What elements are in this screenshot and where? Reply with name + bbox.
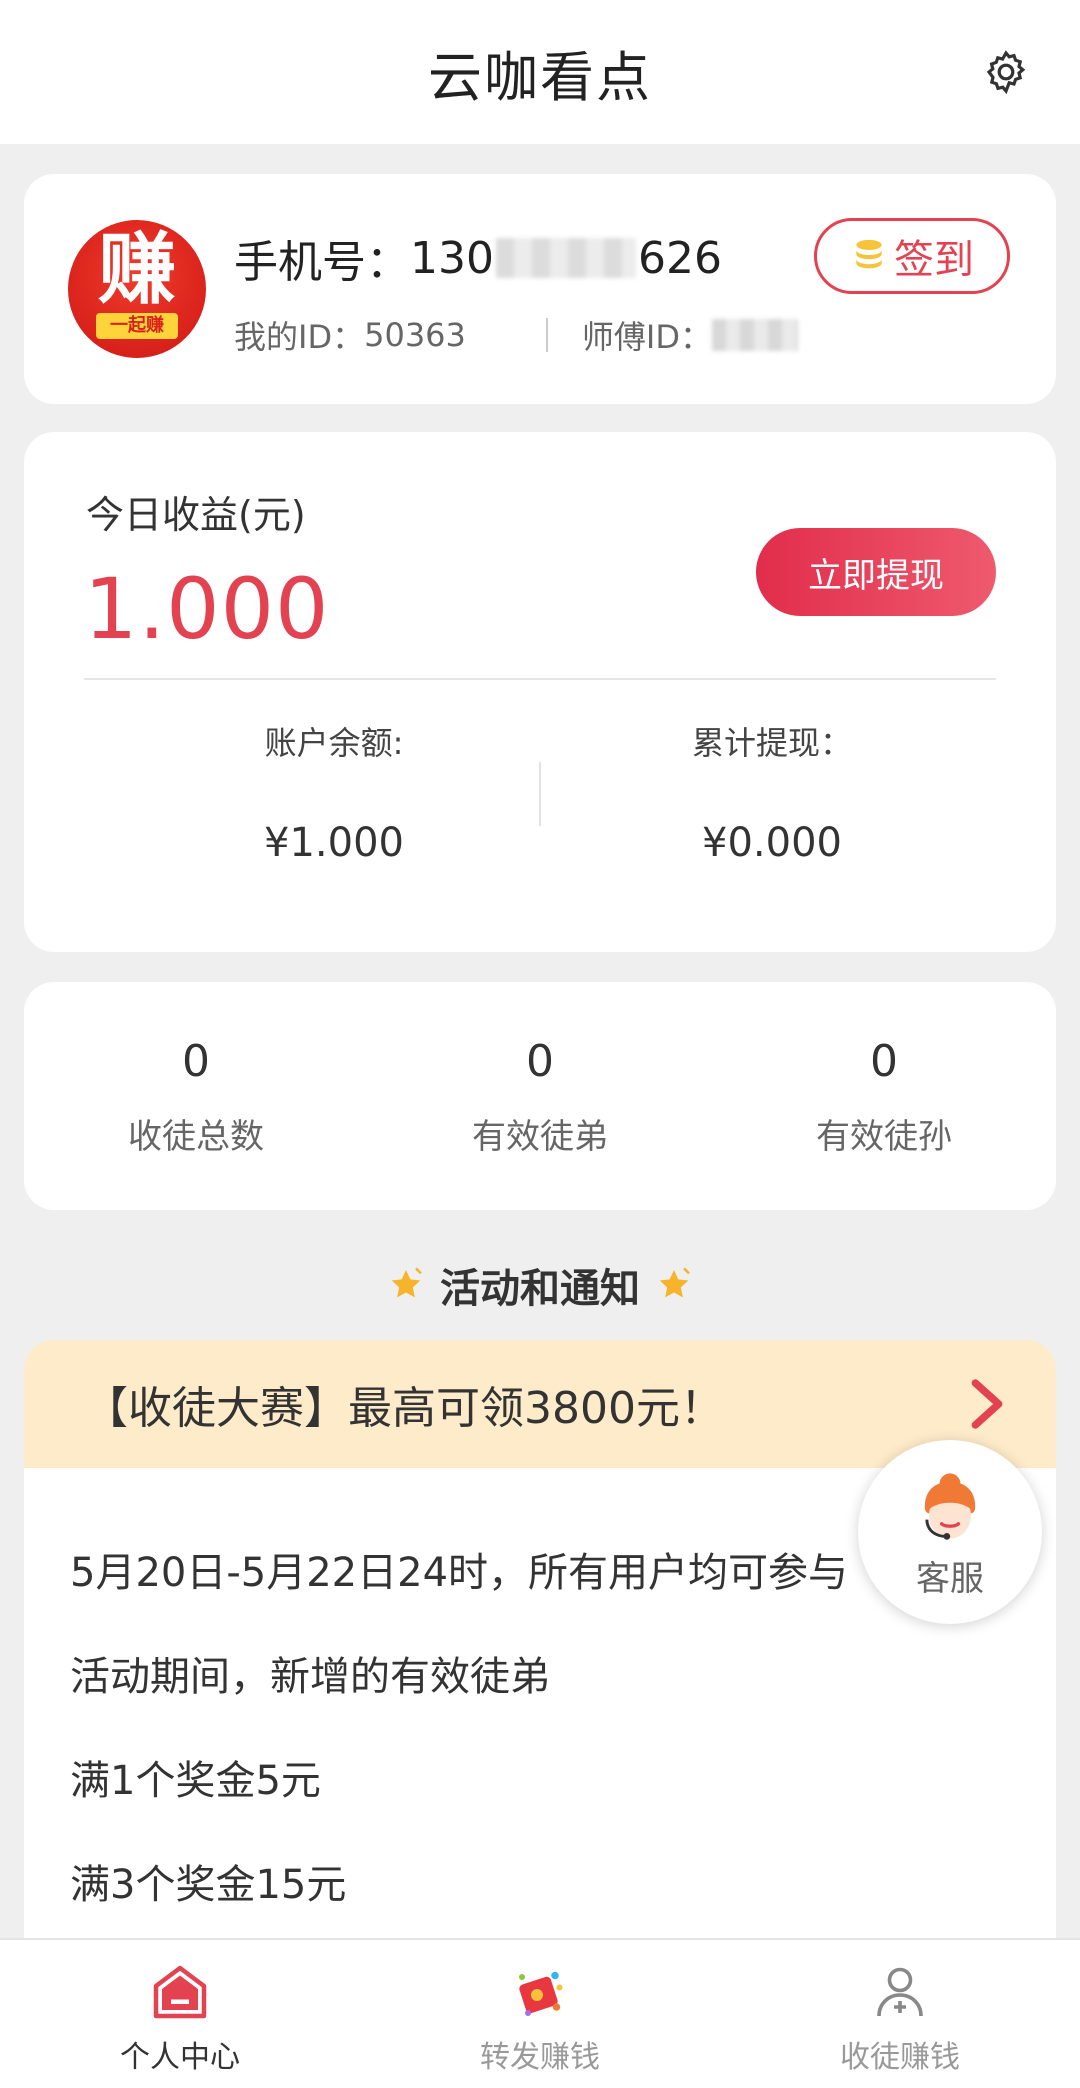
page-title: 云咖看点 xyxy=(428,45,652,109)
notice-line: 满1个奖金5元 xyxy=(70,1758,321,1804)
earnings-card: 今日收益(元) 1.000 立即提现 账户余额: ¥1.000 累计提现： ¥0… xyxy=(24,432,1056,952)
phone-prefix: 130 xyxy=(410,232,494,284)
valid-disciples-label: 有效徒弟 xyxy=(472,1117,608,1157)
tab-label: 转发赚钱 xyxy=(480,2040,600,2075)
gear-icon[interactable] xyxy=(982,48,1030,96)
total-withdraw-value: ¥0.000 xyxy=(702,820,842,866)
total-apprentices[interactable]: 0 收徒总数 xyxy=(24,982,368,1210)
signin-label: 签到 xyxy=(894,237,974,283)
master-id-label: 师傅ID： xyxy=(581,318,712,356)
phone-redaction xyxy=(495,238,636,278)
stat-divider xyxy=(539,762,541,826)
bottom-tab-bar: 个人中心 转发赚钱 收徒赚钱 xyxy=(0,1938,1080,2088)
id-divider xyxy=(545,318,548,352)
notice-line: 活动期间，新增的有效徒弟 xyxy=(70,1654,550,1700)
avatar-ribbon: 一起赚 xyxy=(96,313,178,339)
my-id-label: 我的ID： xyxy=(234,318,365,356)
notice-line: 满3个奖金15元 xyxy=(70,1862,347,1908)
banner-text: 【收徒大赛】最高可领3800元！ xyxy=(84,1383,724,1434)
contest-banner[interactable]: 【收徒大赛】最高可领3800元！ xyxy=(24,1340,1056,1468)
valid-grand-disciples[interactable]: 0 有效徒孙 xyxy=(712,982,1056,1210)
today-earnings-label: 今日收益(元) xyxy=(86,493,306,537)
earnings-divider xyxy=(84,678,996,680)
home-icon xyxy=(153,1965,207,2019)
id-row: 我的ID： 50363 师傅ID： xyxy=(234,312,798,358)
profile-card: 赚 一起赚 手机号： 130 626 我的ID： 50363 师傅ID： 签到 xyxy=(24,174,1056,404)
valid-grand-disciples-label: 有效徒孙 xyxy=(816,1117,952,1157)
balance-value: ¥1.000 xyxy=(264,820,404,866)
notice-line: 5月20日-5月22日24时，所有用户均可参与 xyxy=(70,1550,849,1596)
valid-disciples[interactable]: 0 有效徒弟 xyxy=(368,982,712,1210)
avatar-logo-text: 赚 xyxy=(97,225,176,315)
tab-label: 个人中心 xyxy=(120,2040,240,2075)
tab-recruit-earn[interactable]: 收徒赚钱 xyxy=(720,1940,1080,2088)
total-withdraw-stat: 累计提现： ¥0.000 xyxy=(572,718,972,866)
total-apprentices-value: 0 xyxy=(182,1036,210,1087)
tab-share-earn[interactable]: 转发赚钱 xyxy=(360,1940,720,2088)
app-header: 云咖看点 xyxy=(0,0,1080,144)
signin-button[interactable]: 签到 xyxy=(814,218,1010,294)
customer-service-label: 客服 xyxy=(916,1558,984,1599)
phone-suffix: 626 xyxy=(637,232,722,284)
customer-service-button[interactable]: 客服 xyxy=(858,1440,1042,1624)
valid-disciples-value: 0 xyxy=(526,1036,554,1087)
balance-label: 账户余额: xyxy=(264,724,404,762)
tab-personal-center[interactable]: 个人中心 xyxy=(0,1940,360,2088)
total-apprentices-label: 收徒总数 xyxy=(128,1117,264,1157)
master-id-redaction xyxy=(711,319,798,351)
today-earnings-amount: 1.000 xyxy=(84,560,330,658)
apprentice-stats-card: 0 收徒总数 0 有效徒弟 0 有效徒孙 xyxy=(24,982,1056,1210)
coins-icon xyxy=(856,239,882,269)
valid-grand-disciples-value: 0 xyxy=(870,1036,898,1087)
star-icon xyxy=(659,1267,690,1298)
total-withdraw-label: 累计提现： xyxy=(691,724,852,762)
withdraw-button[interactable]: 立即提现 xyxy=(756,528,996,616)
tab-label: 收徒赚钱 xyxy=(840,2040,960,2075)
my-id-value: 50363 xyxy=(364,316,466,354)
customer-service-icon xyxy=(924,1472,976,1540)
chevron-right-icon xyxy=(971,1379,1003,1429)
section-heading: 活动和通知 xyxy=(0,1256,1080,1314)
balance-stat: 账户余额: ¥1.000 xyxy=(134,718,534,866)
avatar[interactable]: 赚 一起赚 xyxy=(68,220,206,358)
red-envelope-icon xyxy=(519,1971,563,2016)
section-title-text: 活动和通知 xyxy=(440,1266,640,1312)
phone-label: 手机号： xyxy=(234,237,410,288)
add-user-icon xyxy=(877,1967,923,2017)
phone-row: 手机号： 130 626 xyxy=(234,226,722,290)
star-icon xyxy=(391,1267,422,1298)
